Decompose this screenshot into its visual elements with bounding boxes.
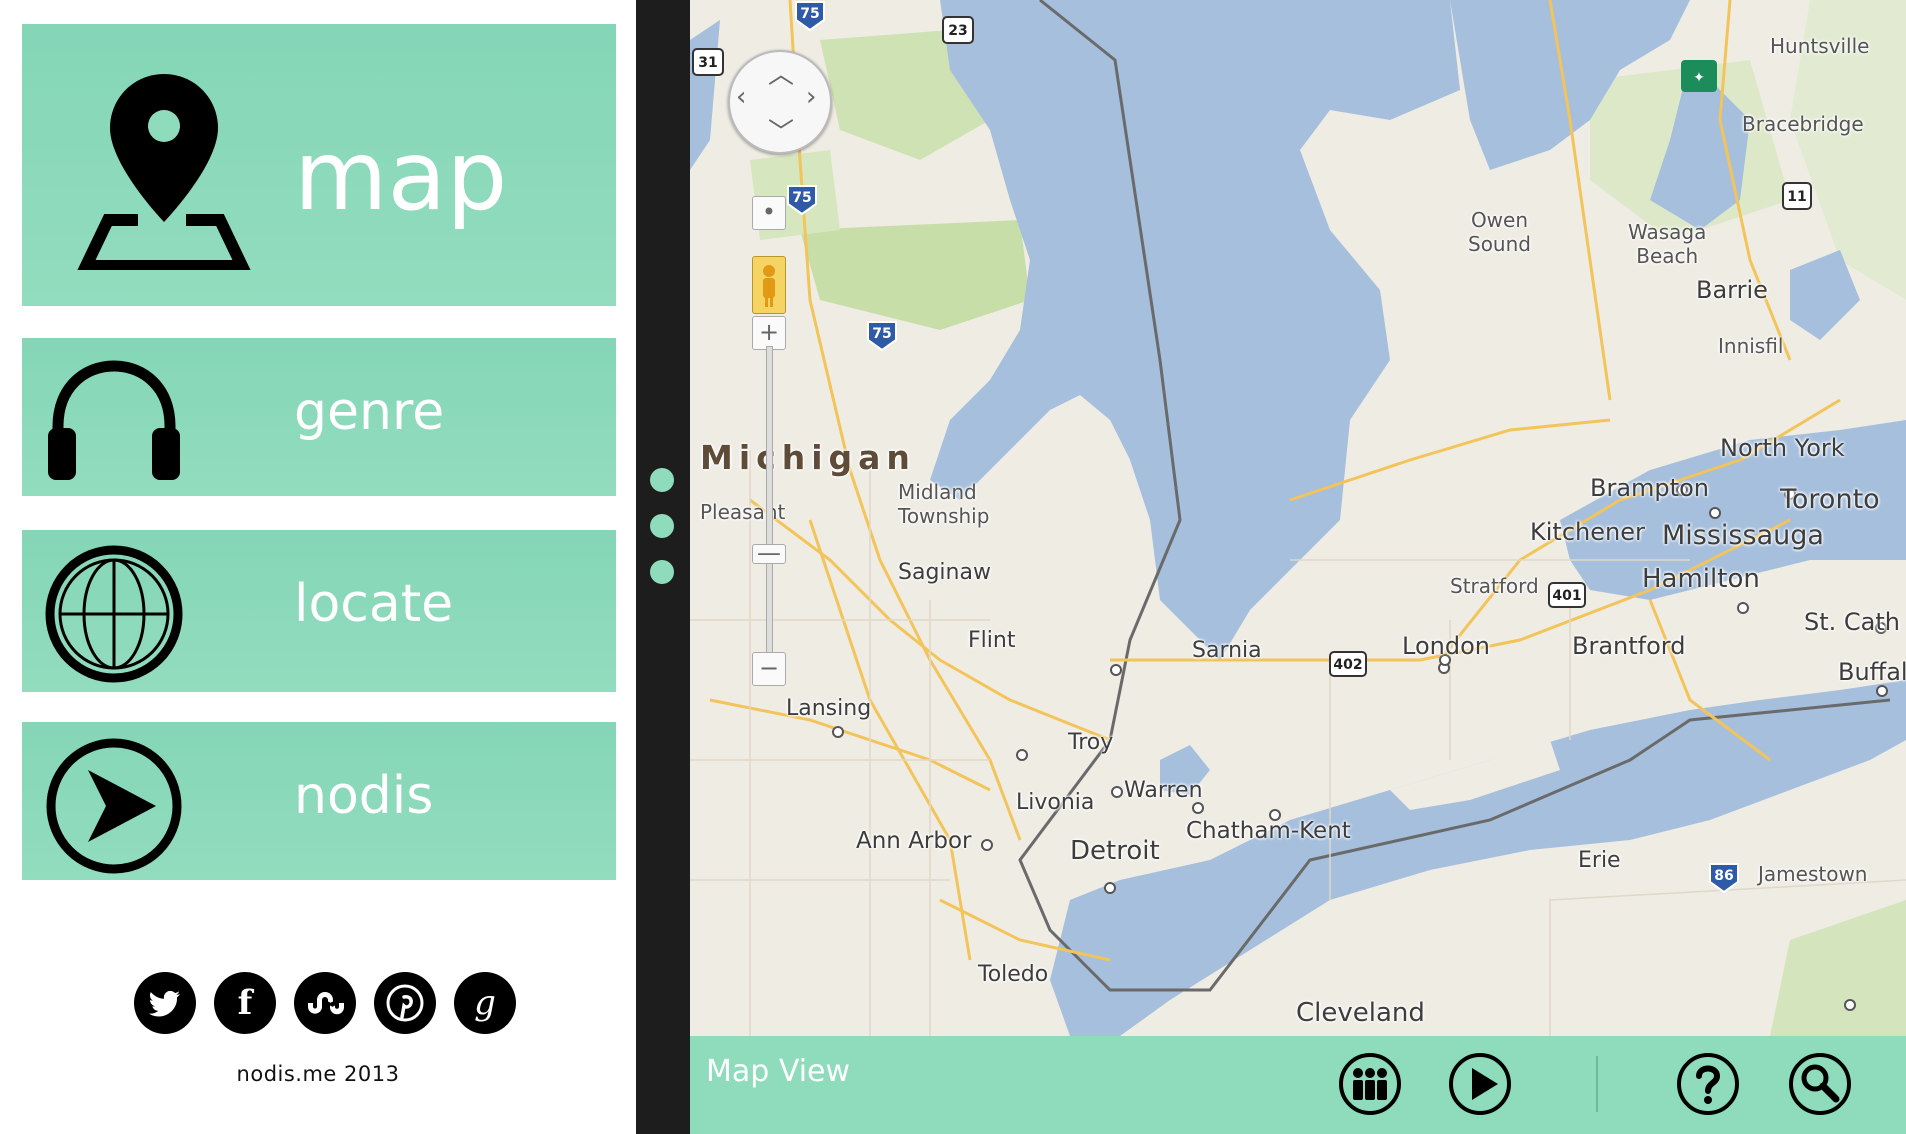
svg-text:11: 11: [1787, 189, 1806, 205]
place-st-catharines: St. Cath: [1804, 608, 1900, 636]
place-brantford: Brantford: [1572, 632, 1686, 660]
twitter-icon[interactable]: [134, 972, 196, 1034]
place-ann-arbor: Ann Arbor: [856, 828, 972, 854]
help-icon[interactable]: [1676, 1052, 1740, 1116]
place-toronto: Toronto: [1780, 484, 1880, 515]
facebook-icon[interactable]: f: [214, 972, 276, 1034]
headphones-icon: [48, 360, 180, 480]
svg-text:75: 75: [792, 190, 811, 206]
menu-label-map: map: [294, 120, 508, 232]
play-icon[interactable]: [1448, 1052, 1512, 1116]
menu-tile-nodis[interactable]: nodis: [22, 722, 616, 880]
place-hamilton: Hamilton: [1642, 564, 1760, 594]
place-flint: Flint: [968, 628, 1016, 653]
google-glyph: g: [474, 983, 496, 1023]
location-dot-button[interactable]: •: [752, 196, 786, 230]
pager-dot-1[interactable]: [650, 468, 674, 492]
place-huntsville: Huntsville: [1770, 34, 1870, 58]
pan-down-icon[interactable]: ﹀: [768, 112, 794, 149]
place-erie: Erie: [1578, 848, 1621, 873]
menu-label-nodis: nodis: [294, 766, 434, 826]
zoom-in-button[interactable]: +: [752, 316, 786, 350]
bottom-toolbar: Map View: [690, 1036, 1906, 1134]
pan-left-icon[interactable]: ‹: [736, 82, 746, 112]
svg-text:75: 75: [800, 6, 819, 22]
pager-dot-2[interactable]: [650, 514, 674, 538]
map-pan-control[interactable]: ︿ ﹀ ‹ ›: [728, 50, 832, 154]
place-sarnia: Sarnia: [1192, 638, 1262, 663]
zoom-slider-track[interactable]: [766, 346, 773, 678]
map-pin-icon: [77, 74, 251, 270]
place-warren: Warren: [1124, 778, 1203, 803]
map-basemap: 75 23 31 75 75 11 401 402 86 ✦: [690, 0, 1906, 1036]
map-canvas[interactable]: 75 23 31 75 75 11 401 402 86 ✦ Michigan …: [690, 0, 1906, 1036]
place-cleveland: Cleveland: [1296, 998, 1425, 1028]
menu-tile-locate[interactable]: locate: [22, 530, 616, 692]
globe-icon: [45, 545, 183, 683]
pegman-icon[interactable]: [752, 256, 786, 314]
map-zoom-control: • + — −: [752, 196, 786, 696]
svg-text:23: 23: [948, 23, 967, 39]
copyright-text: nodis.me 2013: [236, 1062, 400, 1086]
pinterest-icon[interactable]: P: [374, 972, 436, 1034]
zoom-out-button[interactable]: −: [752, 652, 786, 686]
pan-up-icon[interactable]: ︿: [768, 54, 794, 91]
place-bracebridge: Bracebridge: [1742, 112, 1864, 136]
people-icon[interactable]: [1338, 1052, 1402, 1116]
place-owen-sound: Owen Sound: [1468, 208, 1531, 256]
stumbleupon-icon[interactable]: [294, 972, 356, 1034]
place-buffalo: Buffal: [1838, 658, 1906, 686]
svg-text:402: 402: [1333, 657, 1362, 673]
place-livonia: Livonia: [1016, 790, 1095, 815]
place-innisfil: Innisfil: [1718, 334, 1784, 358]
pager-dot-3[interactable]: [650, 560, 674, 584]
place-wasaga-beach: Wasaga Beach: [1628, 220, 1707, 268]
place-barrie: Barrie: [1696, 276, 1768, 304]
place-troy: Troy: [1068, 730, 1114, 755]
facebook-glyph: f: [237, 983, 253, 1023]
svg-text:31: 31: [698, 55, 717, 71]
place-detroit: Detroit: [1070, 836, 1160, 866]
place-brampton: Brampton: [1590, 474, 1709, 502]
place-midland: Midland Township: [898, 480, 990, 528]
place-chatham-kent: Chatham-Kent: [1186, 818, 1351, 844]
place-mississauga: Mississauga: [1662, 520, 1824, 551]
google-icon[interactable]: g: [454, 972, 516, 1034]
menu-label-genre: genre: [294, 382, 445, 442]
svg-text:✦: ✦: [1693, 70, 1705, 86]
pan-right-icon[interactable]: ›: [806, 82, 816, 112]
menu-label-locate: locate: [294, 574, 454, 634]
play-arrow-circle-icon: [46, 738, 182, 874]
panel-divider: [636, 0, 690, 1134]
sidebar-menu: map genre locate nodis f g nodis.me 2013: [0, 0, 636, 1134]
svg-text:75: 75: [872, 326, 891, 342]
place-jamestown: Jamestown: [1758, 862, 1868, 886]
place-toledo: Toledo: [978, 962, 1049, 987]
place-kitchener: Kitchener: [1530, 518, 1645, 546]
place-stratford: Stratford: [1450, 574, 1539, 598]
view-title: Map View: [706, 1054, 851, 1089]
toolbar-separator: [1596, 1056, 1598, 1112]
social-links: f P g: [134, 972, 518, 1038]
place-london: London: [1402, 632, 1490, 660]
search-icon[interactable]: [1788, 1052, 1852, 1116]
place-lansing: Lansing: [786, 696, 872, 721]
svg-text:86: 86: [1714, 868, 1733, 884]
place-north-york: North York: [1720, 434, 1845, 462]
menu-tile-genre[interactable]: genre: [22, 338, 616, 496]
menu-tile-map[interactable]: map: [22, 24, 616, 306]
svg-text:401: 401: [1552, 588, 1581, 604]
place-saginaw: Saginaw: [898, 560, 991, 585]
state-label: Michigan: [700, 438, 916, 477]
zoom-slider-handle[interactable]: —: [752, 541, 786, 565]
